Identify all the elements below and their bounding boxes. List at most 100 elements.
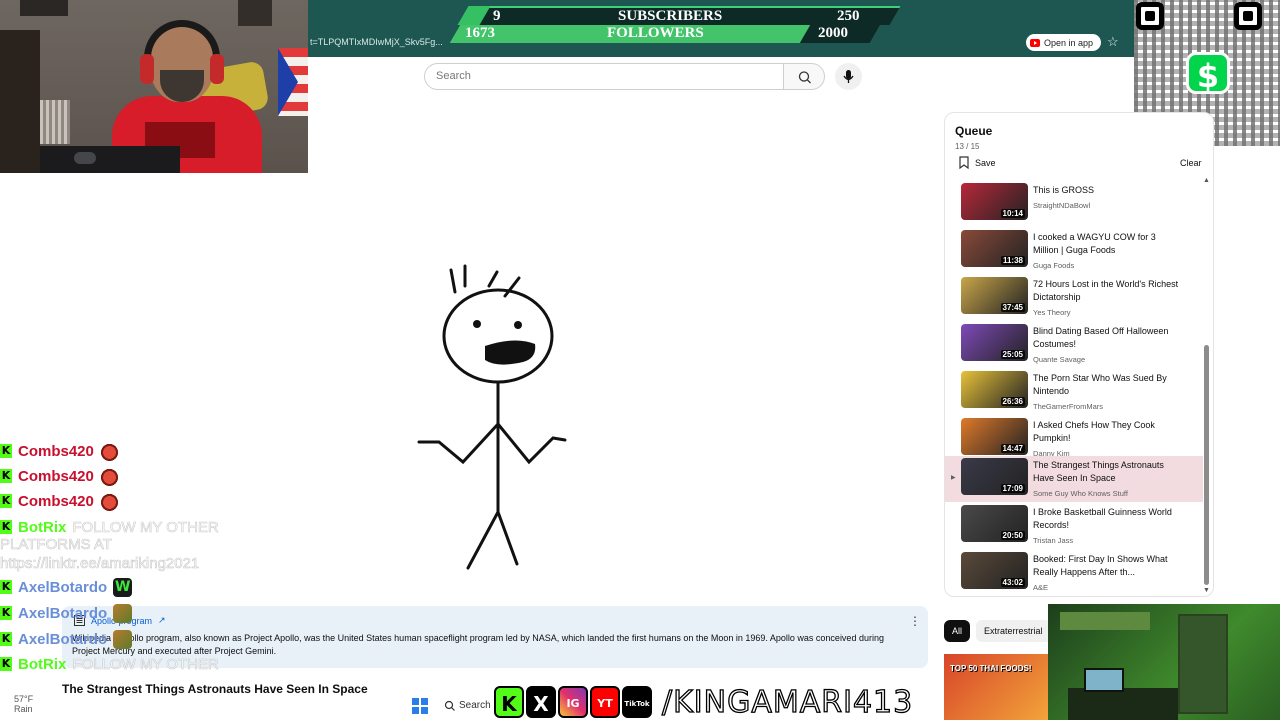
chat-username[interactable]: Combs420 bbox=[18, 443, 94, 460]
chat-username[interactable]: Combs420 bbox=[18, 468, 94, 485]
chip-all[interactable]: All bbox=[944, 620, 971, 642]
queue-item-duration: 17:09 bbox=[1000, 484, 1025, 493]
open-in-app-button[interactable]: Open in app bbox=[1026, 34, 1102, 51]
queue-item-channel: TheGamerFromMars bbox=[1033, 402, 1104, 411]
queue-item[interactable]: ▶ 17:09 The Strangest Things Astronauts Ha… bbox=[945, 456, 1203, 502]
chat-message: K AxelBotardo bbox=[0, 628, 133, 650]
queue-count: 13 / 15 bbox=[955, 142, 980, 151]
bull-emote-icon bbox=[99, 466, 119, 486]
queue-item-duration: 20:50 bbox=[1000, 531, 1025, 540]
bookmark-icon bbox=[959, 156, 969, 169]
queue-item-title[interactable]: The Porn Star Who Was Sued By Nintendo bbox=[1033, 372, 1183, 398]
chat-message: K Combs420 bbox=[0, 490, 119, 512]
followers-current: 1673 bbox=[465, 25, 495, 41]
x-icon: X bbox=[526, 686, 556, 718]
queue-item-channel: Some Guy Who Knows Stuff bbox=[1033, 489, 1128, 498]
weather-temp: 57°F bbox=[14, 694, 34, 704]
kick-badge-icon: K bbox=[0, 520, 12, 534]
queue-item-thumbnail[interactable]: 17:09 bbox=[961, 458, 1028, 495]
queue-item[interactable]: 26:36 The Porn Star Who Was Sued By Ninte… bbox=[945, 369, 1203, 415]
windows-start-icon[interactable] bbox=[412, 698, 428, 714]
search-icon bbox=[798, 71, 811, 84]
queue-item-thumbnail[interactable]: 25:05 bbox=[961, 324, 1028, 361]
kick-badge-icon: K bbox=[0, 494, 12, 508]
queue-item-thumbnail[interactable]: 14:47 bbox=[961, 418, 1028, 455]
queue-scrollbar[interactable] bbox=[1204, 345, 1209, 585]
chat-username[interactable]: Combs420 bbox=[18, 493, 94, 510]
flag-icon bbox=[278, 48, 308, 116]
queue-item-channel: Yes Theory bbox=[1033, 308, 1071, 317]
queue-item[interactable]: 43:02 Booked: First Day In Shows What Rea… bbox=[945, 550, 1203, 596]
queue-item-title[interactable]: I Broke Basketball Guinness World Record… bbox=[1033, 506, 1183, 532]
queue-item-duration: 26:36 bbox=[1000, 397, 1025, 406]
stream-goal-overlay: 9 SUBSCRIBERS 250 1673 FOLLOWERS 2000 bbox=[449, 4, 901, 44]
search-button[interactable] bbox=[783, 63, 825, 90]
queue-clear-button[interactable]: Clear bbox=[1180, 158, 1202, 168]
social-handles-overlay: K X IG YT TikTok /KINGAMARI413 bbox=[494, 685, 914, 720]
chat-message: K AxelBotardo bbox=[0, 602, 133, 624]
kick-badge-icon: K bbox=[0, 632, 12, 646]
more-options-icon[interactable]: ⋮ bbox=[909, 614, 921, 628]
queue-item-channel: StraightNDaBowl bbox=[1033, 201, 1091, 210]
chat-username[interactable]: BotRix bbox=[18, 519, 66, 536]
chat-message: K BotRix FOLLOW MY OTHER bbox=[0, 653, 219, 675]
chat-message-text: FOLLOW MY OTHER bbox=[72, 655, 219, 673]
chat-username[interactable]: AxelBotardo bbox=[18, 579, 107, 596]
chat-message: K Combs420 bbox=[0, 440, 119, 462]
recommendation-thumbnail[interactable]: TOP 50 THAI FOODS! bbox=[944, 654, 1048, 720]
queue-save-button[interactable]: Save bbox=[959, 156, 996, 169]
queue-item-thumbnail[interactable]: 20:50 bbox=[961, 505, 1028, 542]
video-frame-stick-figure[interactable] bbox=[405, 262, 580, 582]
chat-username[interactable]: AxelBotardo bbox=[18, 631, 107, 648]
queue-item-thumbnail[interactable]: 43:02 bbox=[961, 552, 1028, 589]
queue-item-thumbnail[interactable]: 26:36 bbox=[961, 371, 1028, 408]
address-bar-url[interactable]: t=TLPQMTIxMDIwMjX_Skv5Fg... bbox=[310, 37, 443, 47]
bookmark-star-icon[interactable]: ☆ bbox=[1107, 34, 1119, 50]
external-link-icon: ↗ bbox=[158, 615, 166, 625]
queue-item-title[interactable]: This is GROSS bbox=[1033, 184, 1183, 197]
queue-item-thumbnail[interactable]: 11:38 bbox=[961, 230, 1028, 267]
queue-item[interactable]: 10:14 This is GROSS StraightNDaBowl bbox=[945, 181, 1203, 227]
scroll-up-icon[interactable]: ▲ bbox=[1203, 177, 1210, 184]
queue-item-title[interactable]: Booked: First Day In Shows What Really H… bbox=[1033, 553, 1183, 579]
tiktok-icon: TikTok bbox=[622, 686, 652, 718]
queue-item-channel: A&E bbox=[1033, 583, 1049, 592]
queue-item-title[interactable]: 72 Hours Lost in the World's Richest Dic… bbox=[1033, 278, 1183, 304]
instagram-icon: IG bbox=[558, 686, 588, 718]
chat-username[interactable]: AxelBotardo bbox=[18, 605, 107, 622]
youtube-icon bbox=[1030, 38, 1040, 47]
kick-badge-icon: K bbox=[0, 606, 12, 620]
queue-item[interactable]: 25:05 Blind Dating Based Off Halloween Co… bbox=[945, 322, 1203, 368]
queue-item[interactable]: 20:50 I Broke Basketball Guinness World R… bbox=[945, 503, 1203, 549]
chat-message: K AxelBotardo W bbox=[0, 576, 133, 598]
chip-extraterrestrial[interactable]: Extraterrestrial bbox=[976, 620, 1051, 642]
queue-item-duration: 14:47 bbox=[1000, 444, 1025, 453]
queue-item[interactable]: 11:38 I cooked a WAGYU COW for 3 Million … bbox=[945, 228, 1203, 274]
voice-search-button[interactable] bbox=[835, 63, 862, 90]
stream-screen: t=TLPQMTIxMDIwMjX_Skv5Fg... Open in app … bbox=[0, 0, 1280, 720]
streamer-webcam bbox=[0, 0, 308, 173]
weather-widget[interactable]: 57°F Rain bbox=[14, 694, 33, 714]
queue-item[interactable]: 37:45 72 Hours Lost in the World's Riches… bbox=[945, 275, 1203, 321]
taskbar-search[interactable]: Search bbox=[441, 697, 501, 715]
queue-item-channel: Quante Savage bbox=[1033, 355, 1086, 364]
queue-item-title[interactable]: I cooked a WAGYU COW for 3 Million | Gug… bbox=[1033, 231, 1183, 257]
video-title: The Strangest Things Astronauts Have See… bbox=[62, 682, 368, 696]
queue-item-duration: 25:05 bbox=[1000, 350, 1025, 359]
search-input[interactable]: Search bbox=[424, 63, 784, 90]
queue-item-duration: 43:02 bbox=[1000, 578, 1025, 587]
chat-username[interactable]: BotRix bbox=[18, 656, 66, 673]
queue-item-title[interactable]: I Asked Chefs How They Cook Pumpkin! bbox=[1033, 419, 1183, 445]
room-webcam bbox=[1048, 604, 1280, 720]
queue-item-thumbnail[interactable]: 37:45 bbox=[961, 277, 1028, 314]
queue-item-thumbnail[interactable]: 10:14 bbox=[961, 183, 1028, 220]
queue-item-title[interactable]: Blind Dating Based Off Halloween Costume… bbox=[1033, 325, 1183, 351]
w-emote-icon: W bbox=[113, 577, 133, 597]
queue-item-duration: 11:38 bbox=[1000, 256, 1025, 265]
recommendation-thumb-text: TOP 50 THAI FOODS! bbox=[950, 664, 1032, 673]
cashapp-icon: $ bbox=[1186, 52, 1230, 95]
search-icon bbox=[444, 700, 455, 711]
scroll-down-icon[interactable]: ▼ bbox=[1203, 587, 1210, 594]
queue-item-title[interactable]: The Strangest Things Astronauts Have See… bbox=[1033, 459, 1183, 485]
bull-emote-icon bbox=[99, 441, 119, 461]
